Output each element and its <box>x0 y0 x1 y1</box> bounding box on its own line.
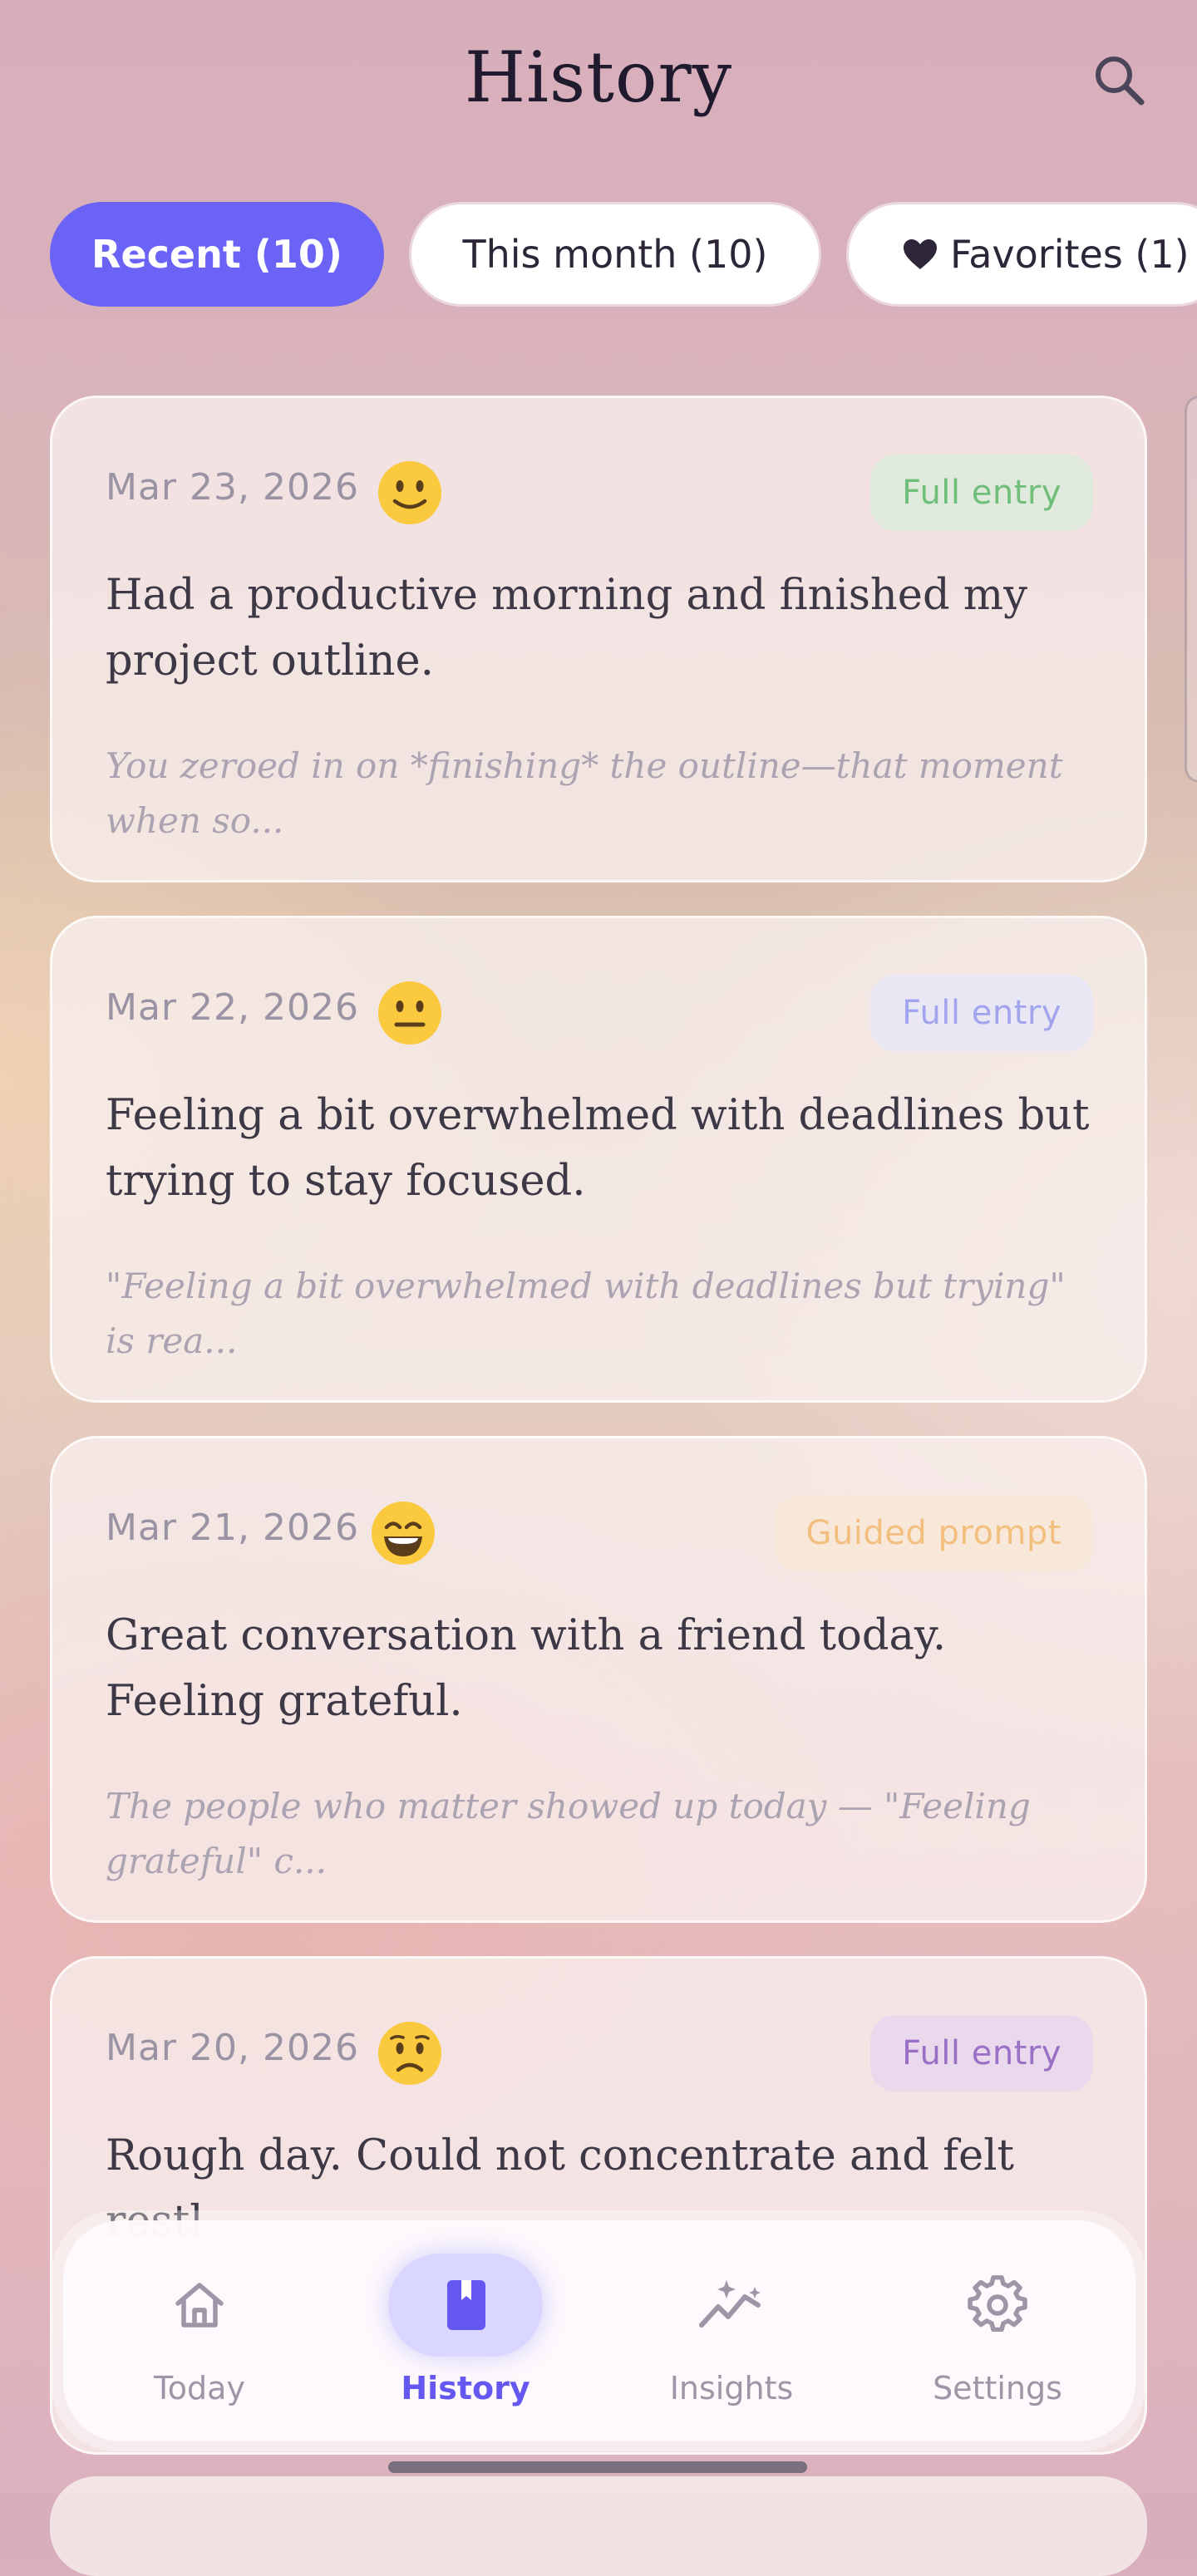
header: History <box>0 0 1197 166</box>
filter-chip-this-month[interactable]: This month (10) <box>409 202 821 307</box>
tab-label: Insights <box>669 2370 794 2406</box>
tab-icon-wrap <box>654 2254 809 2357</box>
filter-chip-label: Favorites (1) <box>950 232 1190 277</box>
filter-chip-label: This month (10) <box>462 232 768 277</box>
worried-face-emoji-icon <box>377 2020 443 2090</box>
side-peek <box>1185 396 1197 783</box>
search-button[interactable] <box>1086 47 1152 113</box>
grinning-face-emoji-icon <box>370 1500 436 1570</box>
entry-text: Had a productive morning and finished my… <box>106 571 1027 686</box>
tab-icon-wrap <box>920 2254 1075 2357</box>
tab-today[interactable]: Today <box>91 2254 308 2420</box>
entry-card-peek <box>50 2476 1147 2576</box>
book-icon <box>447 2280 485 2330</box>
home-icon <box>175 2283 224 2328</box>
neutral-face-emoji-icon <box>377 980 443 1050</box>
entry-excerpt: "Feeling a bit overwhelmed with deadline… <box>106 1266 1066 1361</box>
slight-smile-emoji-icon <box>377 460 443 529</box>
entry-card[interactable]: Mar 22, 2026 Full entry Feeling a bit ov… <box>50 916 1147 1403</box>
entry-type-badge: Full entry <box>870 2015 1093 2092</box>
page-title: History <box>464 37 733 118</box>
entry-card[interactable]: Mar 21, 2026 Guided prompt Great convers… <box>50 1436 1147 1923</box>
search-icon <box>1096 57 1145 106</box>
gear-icon <box>968 2275 1027 2333</box>
entry-type-badge: Guided prompt <box>774 1495 1093 1571</box>
tab-icon-wrap <box>122 2254 277 2357</box>
entry-date: Mar 22, 2026 <box>106 986 359 1029</box>
tab-bar: Today History Insights Settings <box>63 2220 1135 2441</box>
entry-card[interactable]: Mar 23, 2026 Full entry Had a productive… <box>50 396 1147 882</box>
tab-settings[interactable]: Settings <box>889 2254 1106 2420</box>
sparkle-chart-icon <box>699 2280 761 2328</box>
entry-text: Great conversation with a friend today. … <box>106 1611 947 1726</box>
tab-icon-wrap <box>388 2254 543 2357</box>
filter-chip-favorites[interactable]: Favorites (1) <box>846 202 1197 307</box>
heart-icon <box>902 238 938 271</box>
tab-label: Settings <box>933 2370 1062 2406</box>
entry-date: Mar 23, 2026 <box>106 466 359 509</box>
tab-insights[interactable]: Insights <box>623 2254 840 2420</box>
filter-chips: Recent (10) This month (10) Favorites (1… <box>0 202 1197 310</box>
entry-type-badge: Full entry <box>870 975 1093 1051</box>
entry-excerpt: You zeroed in on *finishing* the outline… <box>106 745 1063 841</box>
home-indicator[interactable] <box>388 2461 807 2473</box>
entry-text: Feeling a bit overwhelmed with deadlines… <box>106 1091 1090 1206</box>
entry-excerpt: The people who matter showed up today — … <box>106 1786 1031 1881</box>
entry-date: Mar 21, 2026 <box>106 1507 359 1549</box>
tab-label: Today <box>154 2370 245 2406</box>
filter-chip-recent[interactable]: Recent (10) <box>50 202 384 307</box>
entry-date: Mar 20, 2026 <box>106 2027 359 2069</box>
tab-history[interactable]: History <box>357 2254 574 2420</box>
tab-label: History <box>401 2370 530 2406</box>
filter-chip-label: Recent (10) <box>91 232 342 277</box>
entry-type-badge: Full entry <box>870 455 1093 531</box>
